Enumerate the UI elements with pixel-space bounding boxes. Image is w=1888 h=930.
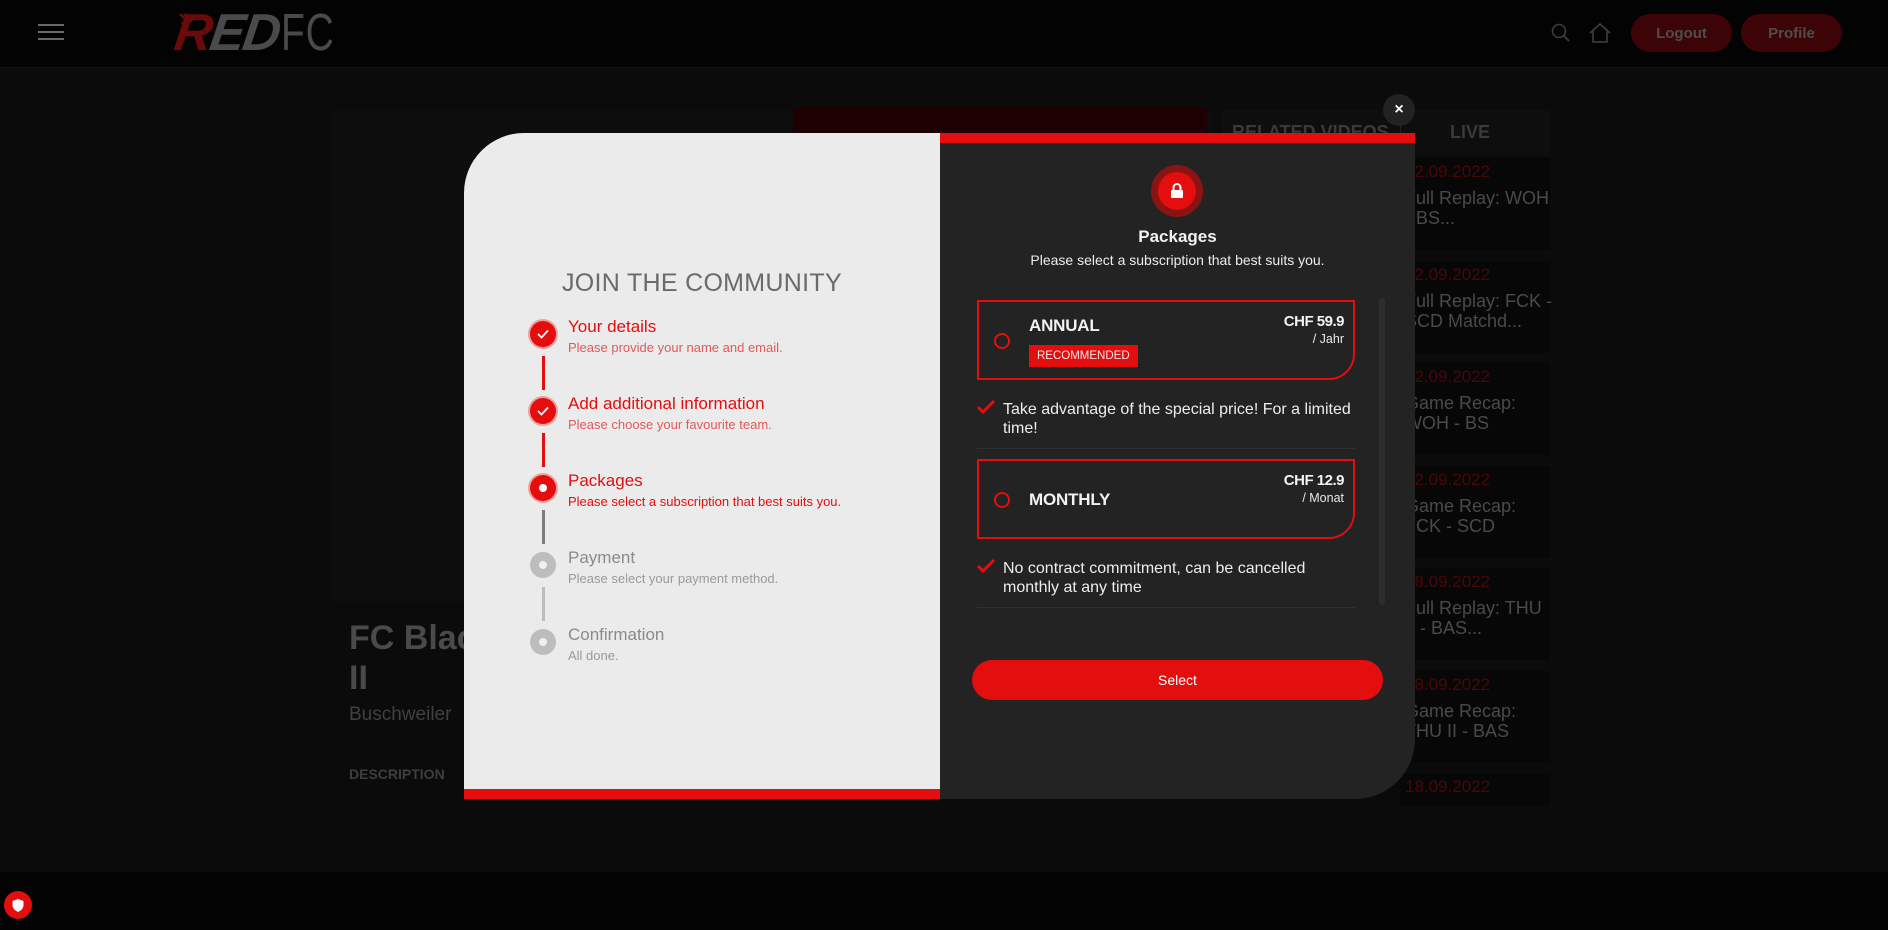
search-icon[interactable] <box>1550 22 1572 44</box>
recommended-badge: RECOMMENDED <box>1029 345 1138 367</box>
plan-monthly[interactable]: MONTHLY CHF 12.9 / Monat <box>977 459 1355 539</box>
step-check-icon <box>530 398 556 424</box>
profile-button[interactable]: Profile <box>1741 14 1842 52</box>
top-header: RREDED FC Logout Profile <box>0 0 1888 68</box>
close-modal-button[interactable]: × <box>1383 94 1415 126</box>
step-pending-icon <box>530 552 556 578</box>
logout-button[interactable]: Logout <box>1631 14 1732 52</box>
step-title: Payment <box>568 548 636 567</box>
step-additional-info: Add additional information Please choose… <box>530 394 930 444</box>
video-date: 18.09.2022 <box>1405 572 1491 591</box>
lock-icon-badge <box>1151 165 1203 217</box>
plan-annual[interactable]: ANNUAL RECOMMENDED CHF 59.9 / Jahr <box>977 300 1355 380</box>
step-active-icon <box>530 475 556 501</box>
step-check-icon <box>530 321 556 347</box>
video-item-title: Full Replay: FCK - SCD Matchd... <box>1405 290 1553 331</box>
step-title: Confirmation <box>568 625 665 644</box>
step-title: Your details <box>568 317 657 336</box>
plan-period: / Jahr <box>1312 332 1344 346</box>
tab-live[interactable]: LIVE <box>1450 122 1490 143</box>
video-banner <box>793 108 1207 134</box>
plan-name: ANNUAL <box>1029 316 1100 335</box>
step-your-details: Your details Please provide your name an… <box>530 317 930 367</box>
check-icon <box>977 559 995 573</box>
stepper-panel: JOIN THE COMMUNITY Your details Please p… <box>464 133 940 799</box>
redfc-logo[interactable]: RREDED FC <box>171 4 352 62</box>
select-button[interactable]: Select <box>972 660 1383 700</box>
video-item-title: Game Recap: FCK - SCD <box>1405 495 1517 536</box>
lock-icon <box>1171 183 1183 198</box>
join-title: JOIN THE COMMUNITY <box>562 269 842 297</box>
video-date: 22.09.2022 <box>1405 469 1491 489</box>
logo-suffix: FC <box>280 4 335 62</box>
plan-radio[interactable] <box>994 333 1010 349</box>
privacy-shield-button[interactable] <box>4 891 32 919</box>
step-desc: All done. <box>568 648 619 663</box>
plan-period: / Monat <box>1302 491 1344 505</box>
packages-subtitle: Please select a subscription that best s… <box>1030 252 1325 268</box>
feature-text: No contract commitment, can be cancelled… <box>1003 560 1306 596</box>
video-date: 22.09.2022 <box>1405 264 1491 284</box>
logo-main: RREDED <box>170 4 283 62</box>
subscription-modal: JOIN THE COMMUNITY Your details Please p… <box>464 133 1415 799</box>
step-connector <box>542 356 545 390</box>
accent-bar <box>464 789 940 799</box>
step-desc: Please choose your favourite team. <box>568 417 772 432</box>
plan-feature: Take advantage of the special price! For… <box>977 400 1355 449</box>
step-connector <box>542 433 545 467</box>
video-item-title: Game Recap: THU II - BAS <box>1405 700 1517 741</box>
step-desc: Please provide your name and email. <box>568 340 783 355</box>
step-payment: Payment Please select your payment metho… <box>530 548 930 598</box>
plan-name: MONTHLY <box>1029 490 1111 509</box>
plan-feature: No contract commitment, can be cancelled… <box>977 559 1355 608</box>
check-icon <box>977 400 995 414</box>
step-title: Packages <box>568 471 643 490</box>
plan-radio[interactable] <box>994 492 1010 508</box>
video-item-title: Full Replay: THU II - BAS... <box>1405 598 1542 638</box>
video-date: 22.09.2022 <box>1405 367 1491 386</box>
page-footer <box>0 872 1888 930</box>
plan-price: CHF 12.9 <box>1283 472 1345 489</box>
step-confirmation: Confirmation All done. <box>530 625 930 675</box>
feature-text: Take advantage of the special price! For… <box>1003 401 1351 437</box>
video-item-title: Game Recap: WOH - BS <box>1405 393 1517 433</box>
step-desc: Please select your payment method. <box>568 571 779 586</box>
video-subtitle: Buschweiler <box>349 704 452 725</box>
shield-icon <box>12 898 24 912</box>
video-item-title: Full Replay: WOH - BS... <box>1405 188 1550 228</box>
step-connector <box>542 510 545 544</box>
packages-title: Packages <box>1138 227 1217 246</box>
step-title: Add additional information <box>568 394 765 413</box>
plans-scrollbar[interactable] <box>1379 298 1385 605</box>
step-pending-icon <box>530 629 556 655</box>
packages-panel: Packages Please select a subscription th… <box>940 133 1415 799</box>
step-connector <box>542 587 545 621</box>
video-date: 18.09.2022 <box>1405 777 1491 796</box>
plan-price: CHF 59.9 <box>1283 313 1345 330</box>
hamburger-menu-icon[interactable] <box>38 24 64 42</box>
description-label: DESCRIPTION <box>349 766 445 782</box>
accent-bar <box>940 133 1415 143</box>
step-desc: Please select a subscription that best s… <box>568 494 842 509</box>
video-date: 22.09.2022 <box>1405 162 1491 181</box>
step-packages: Packages Please select a subscription th… <box>530 471 930 521</box>
video-date: 18.09.2022 <box>1405 674 1491 694</box>
home-icon[interactable] <box>1588 22 1612 44</box>
